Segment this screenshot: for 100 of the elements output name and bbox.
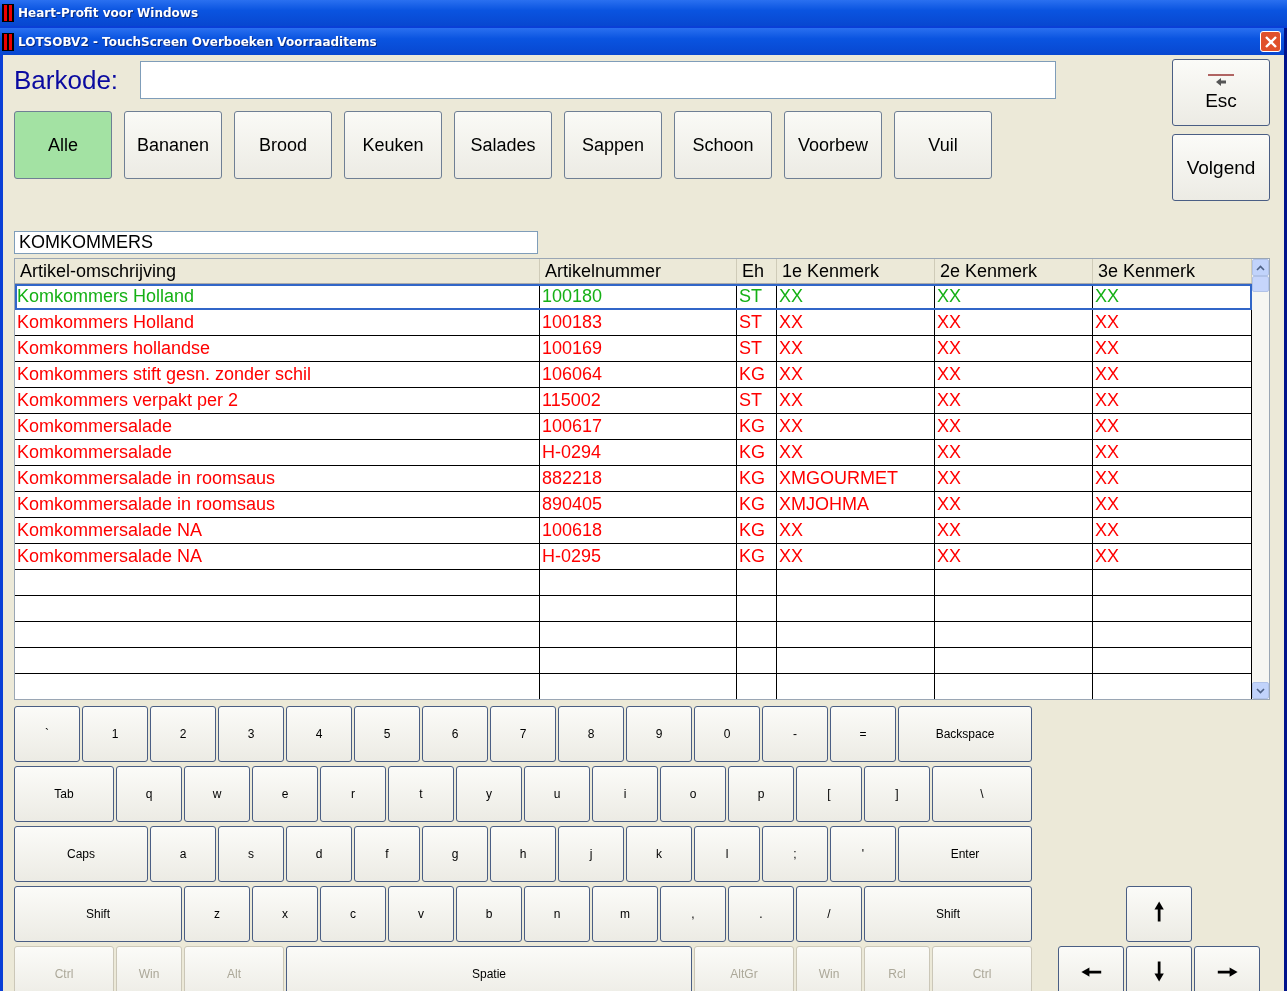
category-button[interactable]: Keuken <box>344 111 442 179</box>
keyboard-key[interactable]: 5 <box>354 706 420 762</box>
keyboard-key[interactable]: z <box>184 886 250 942</box>
keyboard-key[interactable]: , <box>660 886 726 942</box>
keyboard-key[interactable]: 0 <box>694 706 760 762</box>
arrow-down-key[interactable]: 🠗 <box>1126 946 1192 991</box>
keyboard-key[interactable]: 4 <box>286 706 352 762</box>
scroll-down-icon[interactable] <box>1252 682 1269 699</box>
table-cell: KG <box>737 440 777 465</box>
keyboard-key[interactable]: c <box>320 886 386 942</box>
keyboard-key[interactable]: Caps <box>14 826 148 882</box>
category-button[interactable]: Schoon <box>674 111 772 179</box>
keyboard-key[interactable]: y <box>456 766 522 822</box>
keyboard-key[interactable]: 2 <box>150 706 216 762</box>
keyboard-key[interactable]: ] <box>864 766 930 822</box>
keyboard-key[interactable]: Enter <box>898 826 1032 882</box>
search-field[interactable]: KOMKOMMERS <box>14 231 538 254</box>
column-header[interactable]: 2e Kenmerk <box>935 259 1093 283</box>
vertical-scrollbar[interactable] <box>1252 259 1269 699</box>
keyboard-key[interactable]: [ <box>796 766 862 822</box>
table-row[interactable]: Komkommers stift gesn. zonder schil 106064 KG XX XX XX <box>15 362 1252 388</box>
keyboard-key[interactable]: ; <box>762 826 828 882</box>
table-row[interactable]: Komkommersalade NA H-0295 KG XX XX XX <box>15 544 1252 570</box>
table-row[interactable]: Komkommersalade in roomsaus 890405 KG XMJOHMA XX XX <box>15 492 1252 518</box>
keyboard-key[interactable]: Spatie <box>286 946 692 991</box>
category-button[interactable]: Bananen <box>124 111 222 179</box>
keyboard-key[interactable]: a <box>150 826 216 882</box>
keyboard-key[interactable]: h <box>490 826 556 882</box>
keyboard-key[interactable]: u <box>524 766 590 822</box>
table-cell: Komkommersalade NA <box>15 544 540 569</box>
keyboard-key[interactable]: k <box>626 826 692 882</box>
keyboard-key[interactable]: n <box>524 886 590 942</box>
keyboard-key[interactable]: b <box>456 886 522 942</box>
arrow-right-key[interactable]: 🠖 <box>1194 946 1260 991</box>
keyboard-key[interactable]: m <box>592 886 658 942</box>
keyboard-key[interactable]: Shift <box>864 886 1032 942</box>
scroll-thumb[interactable] <box>1252 276 1269 292</box>
keyboard-key[interactable]: l <box>694 826 760 882</box>
keyboard-key[interactable]: / <box>796 886 862 942</box>
keyboard-key[interactable]: g <box>422 826 488 882</box>
table-row[interactable]: Komkommersalade in roomsaus 882218 KG XMGOURMET XX XX <box>15 466 1252 492</box>
keyboard-key[interactable]: q <box>116 766 182 822</box>
keyboard-key[interactable]: i <box>592 766 658 822</box>
keyboard-key[interactable]: Backspace <box>898 706 1032 762</box>
category-button[interactable]: Vuil <box>894 111 992 179</box>
keyboard-key[interactable]: Shift <box>14 886 182 942</box>
column-header[interactable]: Eh <box>737 259 777 283</box>
keyboard-key[interactable]: 1 <box>82 706 148 762</box>
keyboard-key[interactable]: f <box>354 826 420 882</box>
keyboard-key[interactable]: e <box>252 766 318 822</box>
table-row[interactable]: Komkommersalade 100617 KG XX XX XX <box>15 414 1252 440</box>
keyboard-key[interactable]: 6 <box>422 706 488 762</box>
keyboard-key[interactable]: 9 <box>626 706 692 762</box>
esc-button[interactable]: Esc <box>1172 59 1270 126</box>
category-button[interactable]: Brood <box>234 111 332 179</box>
keyboard-key[interactable]: p <box>728 766 794 822</box>
keyboard-key[interactable]: 3 <box>218 706 284 762</box>
window-logo-icon <box>2 32 14 51</box>
table-cell: XX <box>777 440 935 465</box>
category-button[interactable]: Salades <box>454 111 552 179</box>
category-button[interactable]: Sappen <box>564 111 662 179</box>
column-header[interactable]: Artikel-omschrijving <box>15 259 540 283</box>
keyboard-key[interactable]: 7 <box>490 706 556 762</box>
arrow-up-key[interactable]: 🠕 <box>1126 886 1192 942</box>
keyboard-key[interactable]: \ <box>932 766 1032 822</box>
keyboard-key[interactable]: ` <box>14 706 80 762</box>
keyboard-key[interactable]: 8 <box>558 706 624 762</box>
category-button[interactable]: Voorbew <box>784 111 882 179</box>
barcode-field[interactable] <box>140 61 1057 99</box>
table-cell: Komkommersalade in roomsaus <box>15 466 540 491</box>
keyboard-key[interactable]: x <box>252 886 318 942</box>
close-button[interactable] <box>1260 31 1281 52</box>
table-row[interactable]: Komkommersalade H-0294 KG XX XX XX <box>15 440 1252 466</box>
table-row[interactable]: Komkommers Holland 100183 ST XX XX XX <box>15 310 1252 336</box>
keyboard-key[interactable]: s <box>218 826 284 882</box>
table-row[interactable]: Komkommers hollandse 100169 ST XX XX XX <box>15 336 1252 362</box>
keyboard-key[interactable]: r <box>320 766 386 822</box>
keyboard-key[interactable]: . <box>728 886 794 942</box>
arrow-left-key[interactable]: 🠔 <box>1058 946 1124 991</box>
keyboard-key[interactable]: j <box>558 826 624 882</box>
scroll-up-icon[interactable] <box>1252 259 1269 276</box>
keyboard-key[interactable]: v <box>388 886 454 942</box>
keyboard-key[interactable]: w <box>184 766 250 822</box>
keyboard-key[interactable]: d <box>286 826 352 882</box>
close-icon <box>1264 35 1277 48</box>
keyboard-key[interactable]: t <box>388 766 454 822</box>
category-button[interactable]: Alle <box>14 111 112 179</box>
table-cell: XMGOURMET <box>777 466 935 491</box>
next-button[interactable]: Volgend <box>1172 134 1270 201</box>
keyboard-key[interactable]: - <box>762 706 828 762</box>
table-cell: KG <box>737 466 777 491</box>
keyboard-key[interactable]: ' <box>830 826 896 882</box>
column-header[interactable]: Artikelnummer <box>540 259 737 283</box>
table-row[interactable]: Komkommers verpakt per 2 115002 ST XX XX XX <box>15 388 1252 414</box>
table-cell: XX <box>935 388 1093 413</box>
column-header[interactable]: 1e Kenmerk <box>777 259 935 283</box>
keyboard-key[interactable]: = <box>830 706 896 762</box>
table-row[interactable]: Komkommersalade NA 100618 KG XX XX XX <box>15 518 1252 544</box>
keyboard-key[interactable]: Tab <box>14 766 114 822</box>
keyboard-key[interactable]: o <box>660 766 726 822</box>
